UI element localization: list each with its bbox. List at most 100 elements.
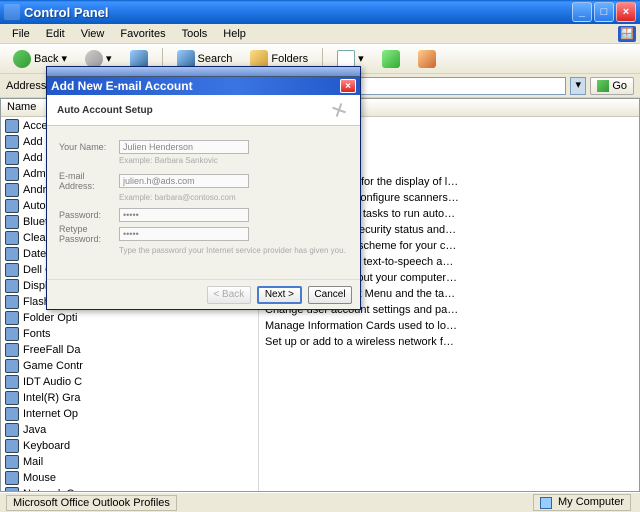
name-input[interactable]	[119, 140, 249, 154]
wizard-title: Add New E-mail Account	[51, 79, 340, 93]
menu-tools[interactable]: Tools	[174, 26, 216, 42]
back-label: Back	[34, 53, 58, 65]
list-item[interactable]: Java	[1, 422, 258, 438]
item-icon	[5, 439, 19, 453]
status-left: Microsoft Office Outlook Profiles	[6, 495, 177, 511]
menu-edit[interactable]: Edit	[38, 26, 73, 42]
item-icon	[5, 471, 19, 485]
minimize-button[interactable]: _	[572, 2, 592, 22]
next-wizard-button[interactable]: Next >	[257, 286, 302, 304]
search-icon	[177, 50, 195, 68]
list-item[interactable]: FreeFall Da	[1, 342, 258, 358]
folders-icon	[250, 50, 268, 68]
window-title: Control Panel	[24, 5, 570, 20]
item-icon	[5, 391, 19, 405]
item-icon	[5, 215, 19, 229]
folders-label: Folders	[271, 53, 308, 65]
list-item[interactable]: Keyboard	[1, 438, 258, 454]
status-bar: Microsoft Office Outlook Profiles My Com…	[0, 492, 640, 512]
busy-icon	[328, 99, 350, 121]
item-icon	[5, 423, 19, 437]
menu-help[interactable]: Help	[215, 26, 254, 42]
address-dropdown-icon[interactable]: ▾	[570, 77, 586, 95]
wizard-close-button[interactable]: ×	[340, 79, 356, 93]
context-help-icon[interactable]: 🪟	[618, 26, 636, 42]
name-label: Your Name:	[59, 142, 119, 152]
go-icon	[597, 80, 609, 92]
password-hint: Type the password your Internet service …	[119, 246, 350, 255]
item-label: Game Contr	[23, 359, 83, 373]
name-example: Example: Barbara Sankovic	[119, 156, 350, 165]
item-icon	[5, 151, 19, 165]
app-icon	[4, 4, 20, 20]
item-icon	[5, 279, 19, 293]
list-item[interactable]: IDT Audio C	[1, 374, 258, 390]
item-icon	[5, 199, 19, 213]
item-label: Intel(R) Gra	[23, 391, 80, 405]
item-label: Mail	[23, 455, 43, 469]
item-icon	[5, 327, 19, 341]
menu-favorites[interactable]: Favorites	[112, 26, 173, 42]
item-label: Internet Op	[23, 407, 78, 421]
item-label: Keyboard	[23, 439, 70, 453]
wizard-titlebar[interactable]: Add New E-mail Account ×	[47, 77, 360, 95]
status-right-label: My Computer	[558, 496, 624, 508]
item-icon	[5, 135, 19, 149]
refresh-button[interactable]	[375, 46, 407, 72]
item-icon	[5, 231, 19, 245]
item-label: Java	[23, 423, 46, 437]
item-label: FreeFall Da	[23, 343, 80, 357]
item-icon	[5, 263, 19, 277]
menubar: File Edit View Favorites Tools Help 🪟	[0, 24, 640, 44]
wizard-heading-area: Auto Account Setup	[47, 95, 360, 126]
wizard-body: Your Name: Example: Barbara Sankovic E-m…	[47, 126, 360, 279]
refresh-icon	[382, 50, 400, 68]
stop-icon	[418, 50, 436, 68]
email-example: Example: barbara@contoso.com	[119, 193, 350, 202]
window-titlebar: Control Panel _ □ ×	[0, 0, 640, 24]
list-item[interactable]: Game Contr	[1, 358, 258, 374]
wizard-header-strip	[47, 67, 360, 77]
list-item[interactable]: Mouse	[1, 470, 258, 486]
back-icon	[13, 50, 31, 68]
list-item[interactable]: Internet Op	[1, 406, 258, 422]
list-item[interactable]: Folder Opti	[1, 310, 258, 326]
item-icon	[5, 375, 19, 389]
menu-view[interactable]: View	[73, 26, 113, 42]
email-label: E-mail Address:	[59, 171, 119, 191]
item-icon	[5, 359, 19, 373]
item-icon	[5, 119, 19, 133]
item-icon	[5, 343, 19, 357]
item-icon	[5, 455, 19, 469]
cancel-wizard-button[interactable]: Cancel	[308, 286, 352, 304]
up-icon	[130, 50, 148, 68]
stop-button[interactable]	[411, 46, 443, 72]
item-icon	[5, 311, 19, 325]
item-label: Folder Opti	[23, 311, 77, 325]
search-label: Search	[198, 53, 233, 65]
maximize-button[interactable]: □	[594, 2, 614, 22]
email-input[interactable]	[119, 174, 249, 188]
password-input[interactable]	[119, 208, 249, 222]
item-label: Mouse	[23, 471, 56, 485]
item-icon	[5, 183, 19, 197]
wizard-heading: Auto Account Setup	[57, 105, 153, 116]
list-item[interactable]: Fonts	[1, 326, 258, 342]
item-label: Fonts	[23, 327, 51, 341]
password-label: Password:	[59, 210, 119, 220]
list-item[interactable]: Mail	[1, 454, 258, 470]
go-button[interactable]: Go	[590, 77, 634, 95]
retype-password-input[interactable]	[119, 227, 249, 241]
item-icon	[5, 167, 19, 181]
item-label: IDT Audio C	[23, 375, 82, 389]
list-item[interactable]: Network Connec	[1, 486, 258, 491]
close-button[interactable]: ×	[616, 2, 636, 22]
forward-dropdown-icon: ▾	[106, 52, 112, 65]
go-label: Go	[612, 80, 627, 92]
list-item[interactable]: Intel(R) Gra	[1, 390, 258, 406]
item-icon	[5, 407, 19, 421]
retype-password-label: Retype Password:	[59, 224, 119, 244]
status-right: My Computer	[533, 494, 631, 510]
menu-file[interactable]: File	[4, 26, 38, 42]
item-label: Network Connec	[23, 487, 104, 491]
